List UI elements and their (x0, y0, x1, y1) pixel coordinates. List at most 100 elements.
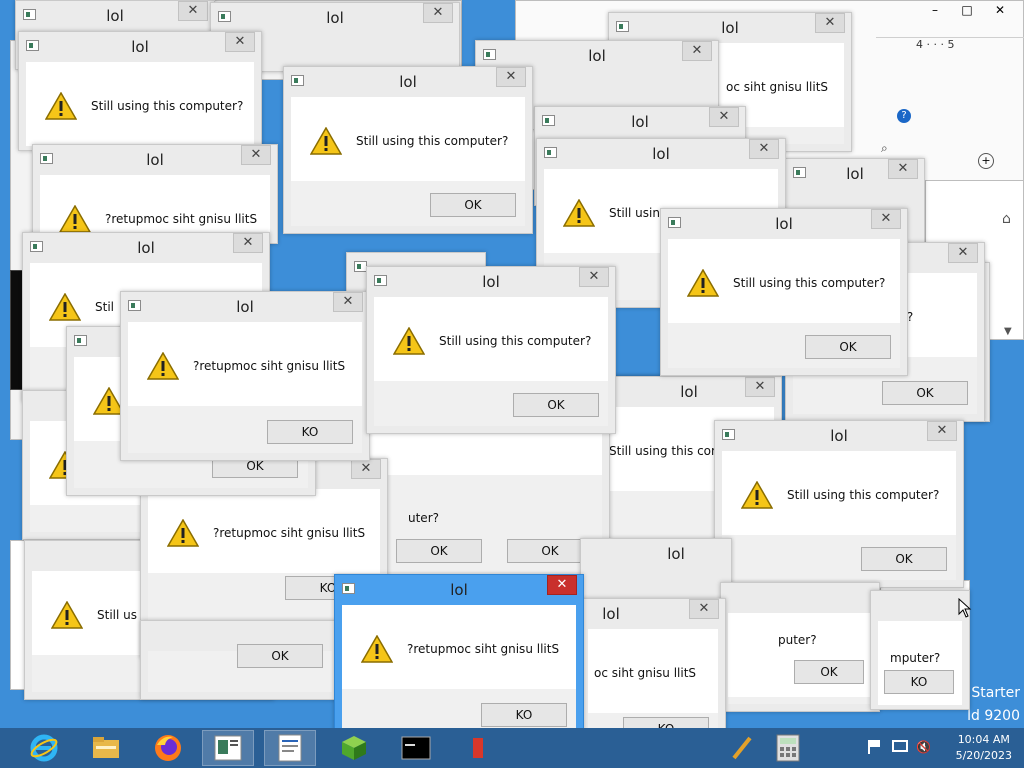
message-dialog-active: lol ✕ ?retupmoc siht gnisu llitS KO (334, 574, 584, 744)
tray-volume-icon[interactable]: 🔇 (916, 740, 931, 754)
taskbar-clock[interactable]: 10:04 AM 5/20/2023 (956, 732, 1012, 764)
ok-button[interactable]: OK (513, 393, 599, 417)
close-button[interactable]: ✕ (745, 377, 775, 397)
home-icon[interactable]: ⌂ (1002, 211, 1011, 227)
close-button[interactable]: ✕ (987, 3, 1013, 21)
ok-button[interactable]: OK (396, 539, 482, 563)
search-icon[interactable]: ⌕ (881, 141, 888, 156)
dialog-message: mputer? (890, 651, 941, 665)
dialog-message: Still using this computer? (91, 99, 244, 113)
ok-button[interactable]: OK (882, 381, 968, 405)
close-button[interactable]: ✕ (423, 3, 453, 23)
clock-date: 5/20/2023 (955, 749, 1012, 762)
taskbar-calculator[interactable] (762, 730, 814, 766)
close-button[interactable]: ✕ (749, 139, 779, 159)
dialog-title: lol (326, 9, 344, 27)
help-icon[interactable]: ? (897, 109, 911, 123)
dialog-title: lol (482, 273, 500, 291)
close-button[interactable]: ✕ (888, 159, 918, 179)
close-button[interactable]: ✕ (871, 209, 901, 229)
dialog-title: lol (450, 581, 468, 599)
taskbar-firefox[interactable] (142, 730, 194, 766)
tray-network-icon[interactable] (892, 740, 908, 752)
ok-button[interactable]: OK (794, 660, 864, 684)
minimize-button[interactable]: – (923, 3, 947, 21)
ok-button[interactable]: KO (481, 703, 567, 727)
dialog-title: lol (652, 145, 670, 163)
message-dialog: lol ✕ Still using this computer? OK (714, 420, 964, 588)
dialog-message: Still using this computer? (787, 488, 940, 502)
ok-button[interactable]: OK (237, 644, 323, 668)
message-dialog: lol ✕ ?retupmoc siht gnisu llitS (32, 144, 278, 259)
cube-app-icon (342, 736, 366, 760)
dialog-message: ?retupmoc siht gnisu llitS (407, 642, 560, 656)
warning-icon (741, 481, 773, 509)
close-button[interactable]: ✕ (241, 145, 271, 165)
ok-button[interactable]: KO (884, 670, 954, 694)
taskbar-console[interactable] (390, 730, 442, 766)
dialog-message: Still using this computer? (356, 134, 509, 148)
warning-icon (167, 519, 199, 547)
dialog-message: Still using this computer? (733, 276, 886, 290)
warning-icon (51, 601, 83, 629)
ok-button[interactable]: KO (267, 420, 353, 444)
close-button[interactable]: ✕ (709, 107, 739, 127)
close-button[interactable]: ✕ (682, 41, 712, 61)
close-button[interactable]: ✕ (178, 1, 208, 21)
dialog-title: lol (667, 545, 685, 563)
mouse-cursor-icon (958, 598, 972, 618)
dialog-message: uter? (408, 511, 439, 525)
dialog-message: Still using this comp (609, 444, 731, 458)
close-button[interactable]: ✕ (547, 575, 577, 595)
tray-flag-icon[interactable] (868, 740, 882, 754)
ruler: 4 · · · 5 (876, 37, 1024, 54)
window-controls: – □ ✕ (919, 3, 1019, 23)
close-button[interactable]: ✕ (689, 599, 719, 619)
close-button[interactable]: ✕ (225, 32, 255, 52)
taskbar-window-app[interactable] (202, 730, 254, 766)
warning-icon (49, 293, 81, 321)
dialog-message: ?retupmoc siht gnisu llitS (193, 359, 346, 373)
close-button[interactable]: ✕ (948, 243, 978, 263)
close-button[interactable]: ✕ (496, 67, 526, 87)
dialog-message: oc siht gnisu llitS (726, 80, 829, 94)
taskbar-wordpad[interactable] (264, 730, 316, 766)
dialog-message: ?retupmoc siht gnisu llitS (213, 526, 366, 540)
message-dialog: mputer? KO (870, 590, 970, 710)
taskbar-cube-app[interactable] (328, 730, 380, 766)
brush-icon (732, 736, 752, 760)
maximize-button[interactable]: □ (955, 3, 979, 21)
taskbar-brush-app[interactable] (716, 730, 768, 766)
message-dialog: lol ✕ Still using this computer? OK (366, 266, 616, 434)
close-button[interactable]: ✕ (233, 233, 263, 253)
zoom-in-icon[interactable]: + (978, 153, 994, 169)
close-button[interactable]: ✕ (579, 267, 609, 287)
taskbar-internet-explorer[interactable] (18, 730, 70, 766)
taskbar-paint[interactable] (452, 730, 504, 766)
message-dialog: lol ✕ ?retupmoc siht gnisu llitS KO (120, 291, 370, 461)
dialog-title: lol (236, 298, 254, 316)
dialog-title: lol (830, 427, 848, 445)
close-button[interactable]: ✕ (927, 421, 957, 441)
dialog-title: lol (399, 73, 417, 91)
ok-button[interactable]: OK (861, 547, 947, 571)
watermark-edition: Starter (971, 685, 1020, 701)
scroll-down-icon[interactable]: ▼ (1004, 326, 1012, 337)
dialog-message: Still using this computer? (439, 334, 592, 348)
close-button[interactable]: ✕ (815, 13, 845, 33)
taskbar-file-explorer[interactable] (80, 730, 132, 766)
close-button[interactable]: ✕ (351, 459, 381, 479)
dialog-message: Still us (97, 608, 137, 622)
ok-button[interactable]: OK (430, 193, 516, 217)
internet-explorer-icon (30, 734, 58, 762)
ok-button[interactable]: OK (805, 335, 891, 359)
close-button[interactable]: ✕ (333, 292, 363, 312)
message-dialog: lol ✕ Still using this computer? (18, 31, 262, 151)
message-dialog: lol ✕ Still using this computer? OK (283, 66, 533, 234)
dialog-title: lol (602, 605, 620, 623)
file-explorer-icon (93, 737, 119, 758)
firefox-icon (155, 735, 181, 761)
wordpad-icon (278, 734, 302, 762)
warning-icon (361, 635, 393, 663)
watermark-build: ld 9200 (967, 708, 1020, 724)
